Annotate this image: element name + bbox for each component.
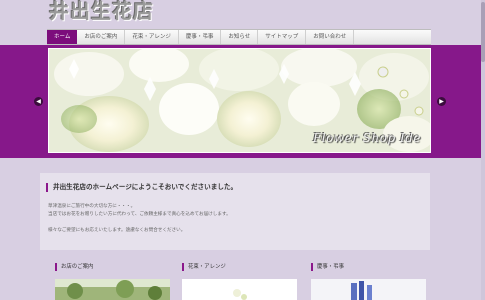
section-bouquet: 花束・アレンジ [182,263,297,300]
shop-logo[interactable]: 井出生花店 [49,0,154,22]
scrollbar-thumb[interactable] [481,2,485,62]
slider-prev-icon[interactable]: ◀ [34,97,43,106]
nav-shop-info[interactable]: お店のご案内 [77,30,126,44]
main-nav: ホーム お店のご案内 花束・アレンジ 慶事・弔事 お知らせ サイトマップ お問い… [47,29,431,45]
nav-home[interactable]: ホーム [47,30,78,44]
nav-sitemap[interactable]: サイトマップ [258,30,307,44]
nav-news[interactable]: お知らせ [221,30,259,44]
welcome-line-3: 様々なご要望にもお応えいたします。遠慮なくお問合せください。 [48,228,186,233]
section-title[interactable]: 花束・アレンジ [182,263,297,271]
shop-photo[interactable] [55,279,170,300]
hero-caption: Flower Shop Ide [312,131,421,145]
ceremony-photo-image [311,279,426,300]
section-ceremony: 慶事・弔事 [311,263,426,300]
bouquet-photo-image [182,279,297,300]
hero-slider: Flower Shop Ide [48,48,431,153]
welcome-title: 井出生花店のホームページにようこそおいでくださいました。 [46,183,237,192]
section-shop-info: お店のご案内 [55,263,170,300]
welcome-box: 井出生花店のホームページにようこそおいでくださいました。 草津温泉にご旅行中の大… [40,173,430,250]
nav-contact[interactable]: お問い合わせ [306,30,355,44]
section-title[interactable]: お店のご案内 [55,263,170,271]
ceremony-photo[interactable] [311,279,426,300]
welcome-line-1: 草津温泉にご旅行中の大切な方に・・・。 [48,204,136,209]
welcome-line-2: 当店ではお花をお贈りしたい方に代わって、ご依頼主様まで真心を込めてお届けします。 [48,212,231,217]
slider-next-icon[interactable]: ▶ [437,97,446,106]
section-title[interactable]: 慶事・弔事 [311,263,426,271]
shop-photo-image [55,279,170,300]
nav-celebration-condolence[interactable]: 慶事・弔事 [179,30,222,44]
bouquet-photo[interactable] [182,279,297,300]
nav-bouquet-arrange[interactable]: 花束・アレンジ [125,30,179,44]
